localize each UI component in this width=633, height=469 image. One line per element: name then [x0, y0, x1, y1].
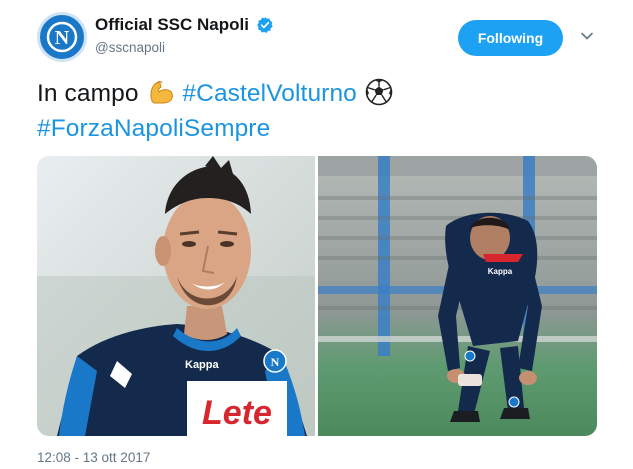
hashtag-castelvolturno[interactable]: #CastelVolturno — [182, 80, 356, 107]
soccer-ball-emoji — [365, 78, 393, 106]
media-grid: Lete Kappa N Kappa — [37, 156, 597, 436]
tweet-text-plain: In campo — [37, 80, 139, 107]
napoli-logo-icon: N — [46, 21, 78, 53]
chevron-down-icon[interactable] — [580, 31, 594, 41]
verified-badge-icon — [257, 17, 273, 33]
avatar[interactable]: N — [37, 12, 87, 62]
user-handle[interactable]: @sscnapoli — [95, 40, 165, 55]
hashtag-forzanapolisempre[interactable]: #ForzaNapoliSempre — [37, 115, 270, 142]
photo-player-stretching[interactable]: Kappa — [318, 156, 597, 436]
avatar-letter: N — [55, 27, 70, 49]
tweet-timestamp[interactable]: 12:08 - 13 ott 2017 — [37, 450, 150, 465]
sponsor-text: Lete — [202, 394, 272, 432]
following-button[interactable]: Following — [458, 20, 563, 56]
photo-player-portrait[interactable]: Lete Kappa N — [37, 156, 315, 436]
kit-brand-text-right: Kappa — [488, 267, 513, 276]
kit-brand-text: Kappa — [185, 359, 220, 371]
tweet-text: In campo #CastelVolturno #ForzaNapoliSem… — [37, 76, 607, 146]
svg-text:N: N — [271, 355, 280, 369]
display-name[interactable]: Official SSC Napoli — [95, 15, 249, 35]
flexed-biceps-emoji — [149, 81, 173, 104]
